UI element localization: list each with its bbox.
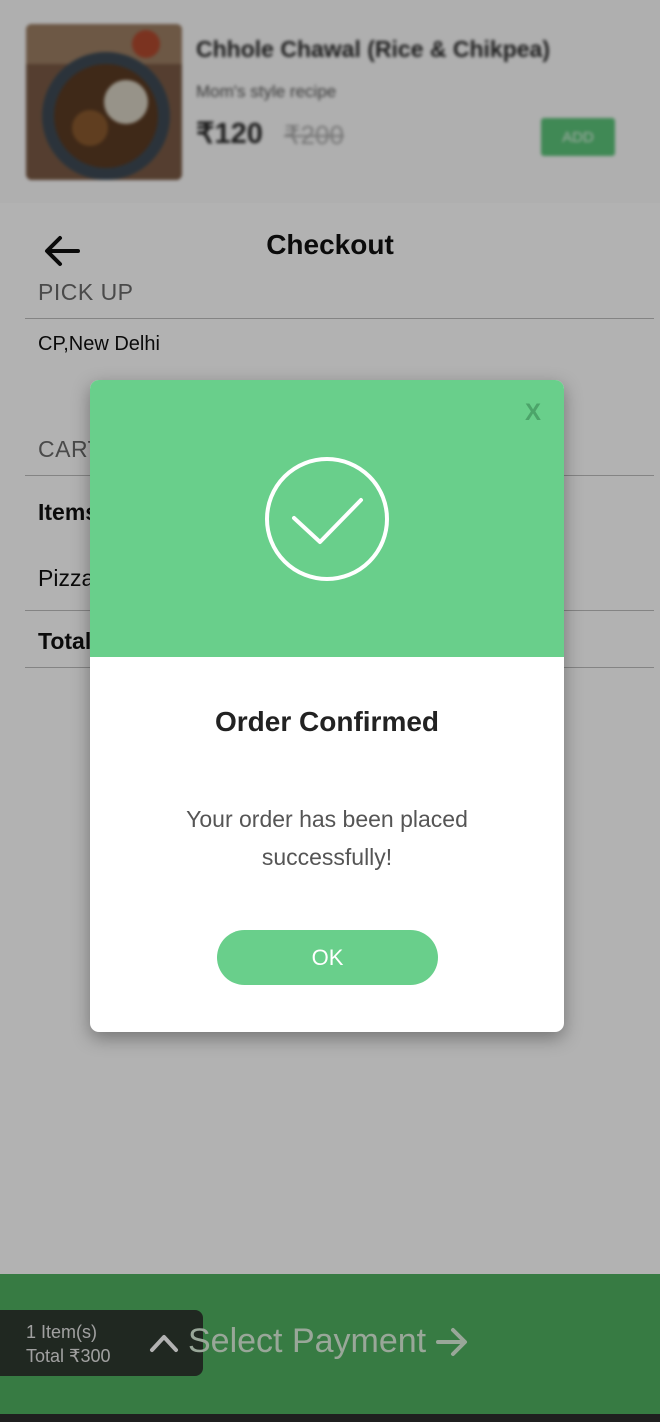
close-icon[interactable]: X <box>518 398 548 428</box>
check-circle-icon <box>265 457 389 581</box>
dialog-header: X <box>90 380 564 657</box>
dialog-title: Order Confirmed <box>214 706 440 737</box>
dialog-message: Your order has been placed successfully! <box>186 806 468 870</box>
order-confirmed-dialog: X Order Confirmed Your order has been pl… <box>90 380 564 1032</box>
ok-button[interactable]: OK <box>217 930 438 985</box>
